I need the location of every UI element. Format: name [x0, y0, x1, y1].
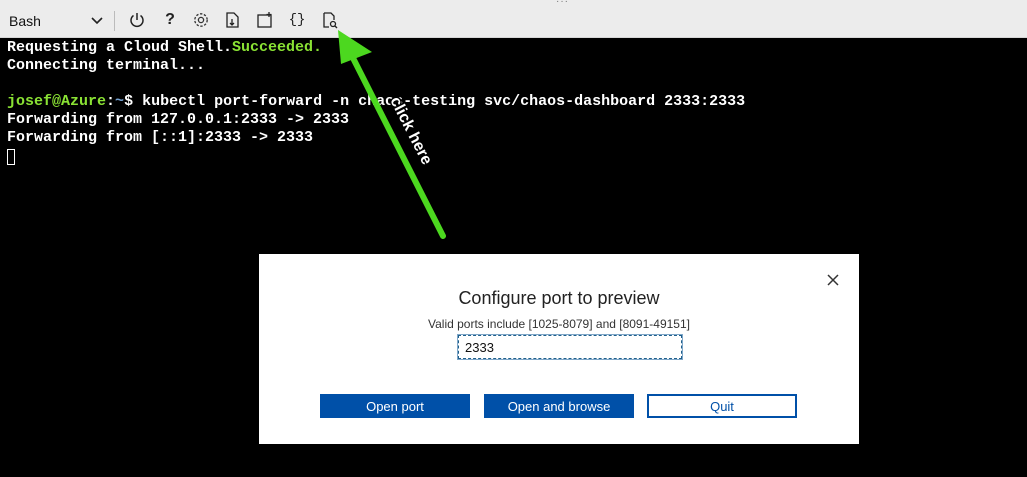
prompt-user: josef@Azure [7, 93, 107, 110]
shell-type-value: Bash [9, 13, 41, 29]
terminal-cursor [7, 149, 15, 165]
command-text: kubectl port-forward -n chaos-testing sv… [133, 93, 746, 110]
web-preview-icon[interactable] [320, 10, 340, 30]
status-succeeded: Succeeded. [232, 39, 323, 56]
dialog-title: Configure port to preview [458, 288, 660, 308]
open-new-session-icon[interactable] [255, 10, 275, 30]
configure-port-dialog: Configure port to preview Valid ports in… [259, 254, 859, 444]
quit-button[interactable]: Quit [647, 394, 797, 418]
editor-braces-icon[interactable]: {} [287, 10, 307, 30]
upload-download-icon[interactable] [223, 10, 243, 30]
terminal-line: Forwarding from [::1]:2333 -> 2333 [7, 129, 314, 146]
terminal-line: Forwarding from 127.0.0.1:2333 -> 2333 [7, 111, 350, 128]
open-and-browse-button[interactable]: Open and browse [484, 394, 634, 418]
cloud-shell-toolbar: ··· Bash ? {} [0, 0, 1027, 38]
close-icon[interactable] [825, 272, 841, 288]
resize-handle[interactable]: ··· [556, 0, 569, 7]
dialog-subtitle: Valid ports include [1025-8079] and [809… [428, 317, 690, 331]
toolbar-divider [114, 11, 115, 31]
terminal-command-line: josef@Azure:~$ kubectl port-forward -n c… [7, 93, 746, 110]
prompt-path: ~ [115, 93, 125, 110]
terminal-line: Connecting terminal... [7, 57, 206, 74]
settings-icon[interactable] [191, 10, 211, 30]
help-icon[interactable]: ? [160, 10, 180, 30]
open-port-button[interactable]: Open port [320, 394, 470, 418]
chevron-down-icon [91, 17, 103, 25]
shell-type-select[interactable]: Bash [4, 8, 108, 30]
terminal-line: Requesting a Cloud Shell.Succeeded. [7, 39, 323, 56]
port-input[interactable] [457, 334, 683, 360]
restart-icon[interactable] [127, 10, 147, 30]
